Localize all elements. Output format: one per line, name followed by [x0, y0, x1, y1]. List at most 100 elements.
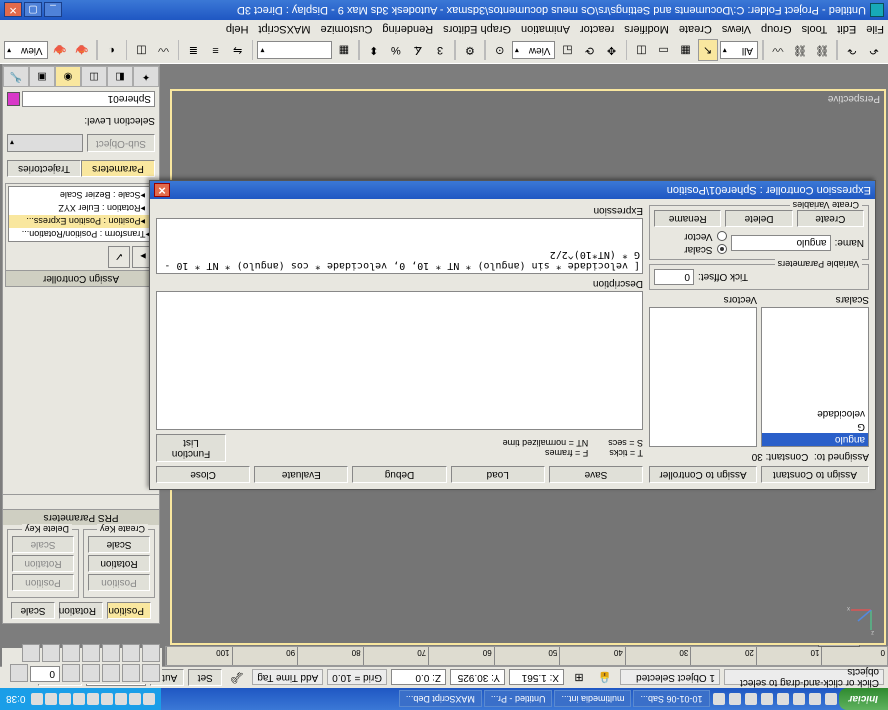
ck-rotation[interactable]: Rotation [88, 555, 150, 572]
object-name-field[interactable] [22, 91, 155, 107]
tree-item[interactable]: ▸ Transform : Position/Rotation... [9, 228, 153, 241]
menu-tools[interactable]: Tools [802, 23, 828, 35]
scalars-listbox[interactable]: angulo G velocidade [761, 307, 869, 447]
fov-icon[interactable] [42, 644, 60, 662]
unlink-icon[interactable]: ⛓ [790, 40, 810, 62]
tree-item[interactable]: ▸ Scale : Bezier Scale [9, 189, 153, 202]
coord-mode-icon[interactable]: ⊞ [568, 667, 590, 689]
menu-graph-editors[interactable]: Graph Editors [443, 23, 511, 35]
assign-controller-button[interactable]: Assign to Controller [649, 466, 757, 483]
material-editor-icon[interactable]: ◐ [102, 40, 122, 62]
selection-filter-combo[interactable]: All [720, 42, 758, 60]
task-item[interactable]: 10-01-06 Sab... [633, 691, 709, 708]
autokey-toggle[interactable]: 🗝 [226, 667, 248, 689]
dk-position[interactable]: Position [12, 574, 74, 591]
tray-icon[interactable] [129, 693, 141, 705]
named-sel-icon[interactable]: ▦ [334, 40, 354, 62]
function-list-button[interactable]: Function List [156, 434, 226, 462]
tray-icon[interactable] [143, 693, 155, 705]
dk-rotation[interactable]: Rotation [12, 555, 74, 572]
assign-constant-button[interactable]: Assign to Constant [761, 466, 869, 483]
tray-icon[interactable] [73, 693, 85, 705]
layer-icon[interactable]: ≣ [183, 40, 203, 62]
make-default-icon[interactable]: ✓ [108, 246, 130, 268]
curve-editor-icon[interactable]: 〰 [153, 40, 173, 62]
dk-scale[interactable]: Scale [12, 536, 74, 553]
menu-group[interactable]: Group [761, 23, 792, 35]
zoom-icon[interactable] [122, 644, 140, 662]
debug-button[interactable]: Debug [352, 466, 446, 483]
scalar-radio[interactable]: Scalar [684, 244, 726, 255]
quick-render-icon[interactable]: 🫖 [50, 40, 70, 62]
select-manipulate-icon[interactable]: ⚙ [460, 40, 480, 62]
pan-icon[interactable] [102, 644, 120, 662]
add-time-tag[interactable]: Add Time Tag [252, 670, 323, 686]
menu-reactor[interactable]: reactor [580, 23, 614, 35]
scale-icon[interactable]: ◱ [557, 40, 577, 62]
quicklaunch-icon[interactable] [793, 693, 805, 705]
next-frame-icon[interactable] [82, 664, 100, 682]
move-icon[interactable]: ✥ [602, 40, 622, 62]
task-item[interactable]: MAXScript Deb... [399, 691, 482, 708]
menu-edit[interactable]: Edit [837, 23, 856, 35]
region-zoom-icon[interactable] [22, 644, 40, 662]
lock-icon[interactable]: 🔒 [594, 667, 616, 689]
parameters-tab[interactable]: Parameters [81, 160, 155, 177]
tray-icon[interactable] [31, 693, 43, 705]
bind-space-warp-icon[interactable]: 〰 [768, 40, 788, 62]
app-titlebar[interactable]: Untitled - Project Folder: C:\Documents … [0, 0, 888, 20]
modify-tab-icon[interactable]: ◧ [107, 66, 133, 87]
menu-help[interactable]: Help [226, 23, 249, 35]
minimize-icon[interactable]: _ [44, 3, 62, 18]
expression-textarea[interactable]: [ velocidade * sin (angulo) * NT * 10, 0… [156, 218, 643, 274]
menu-create[interactable]: Create [679, 23, 712, 35]
dialog-close-icon[interactable]: ✕ [154, 183, 170, 197]
display-tab-icon[interactable]: ▣ [29, 66, 55, 87]
arc-rotate-icon[interactable] [82, 644, 100, 662]
rotate-icon[interactable]: ⟳ [579, 40, 599, 62]
quicklaunch-icon[interactable] [825, 693, 837, 705]
maximize-viewport-icon[interactable] [62, 644, 80, 662]
vectors-listbox[interactable] [649, 307, 757, 447]
create-tab-icon[interactable]: ✦ [133, 66, 159, 87]
angle-snap-icon[interactable]: ∡ [408, 40, 428, 62]
controller-tree[interactable]: ▸ Transform : Position/Rotation... ▸ Pos… [8, 186, 154, 242]
maximize-icon[interactable]: ▢ [24, 3, 42, 18]
motion-tab-icon[interactable]: ◉ [55, 66, 81, 87]
menu-views[interactable]: Views [722, 23, 751, 35]
z-coord[interactable] [391, 670, 446, 686]
play-icon[interactable] [102, 664, 120, 682]
undo-icon[interactable]: ↶ [864, 40, 884, 62]
goto-end-icon[interactable] [62, 664, 80, 682]
rotation-btn[interactable]: Rotation [59, 602, 103, 619]
y-coord[interactable] [450, 670, 505, 686]
close-icon[interactable]: ✕ [4, 3, 22, 18]
frame-input[interactable] [30, 666, 60, 682]
create-var-button[interactable]: Create [797, 210, 864, 227]
menu-customize[interactable]: Customize [320, 23, 372, 35]
scale-btn[interactable]: Scale [11, 602, 55, 619]
list-item[interactable]: angulo [762, 433, 868, 446]
mirror-icon[interactable]: ⇋ [228, 40, 248, 62]
tick-offset-input[interactable] [654, 269, 694, 285]
goto-start-icon[interactable] [142, 664, 160, 682]
trajectories-tab[interactable]: Trajectories [7, 160, 81, 177]
hierarchy-tab-icon[interactable]: ◫ [81, 66, 107, 87]
quicklaunch-icon[interactable] [761, 693, 773, 705]
delete-var-button[interactable]: Delete [725, 210, 792, 227]
tray-icon[interactable] [115, 693, 127, 705]
object-color-swatch[interactable] [7, 92, 20, 106]
list-item[interactable]: G [762, 420, 868, 433]
menu-animation[interactable]: Animation [521, 23, 570, 35]
select-icon[interactable]: ↖ [698, 40, 718, 62]
close-button[interactable]: Close [156, 466, 250, 483]
start-button[interactable]: Iniciar [839, 688, 888, 710]
task-item[interactable]: Untitled - Pr... [484, 691, 553, 708]
quicklaunch-icon[interactable] [809, 693, 821, 705]
time-ruler[interactable]: 0 10 20 30 40 50 60 70 80 90 100 [165, 646, 888, 666]
select-by-name-icon[interactable]: ▦ [676, 40, 696, 62]
schematic-view-icon[interactable]: ◫ [131, 40, 151, 62]
pivot-icon[interactable]: ⊙ [490, 40, 510, 62]
vector-radio[interactable]: Vector [684, 231, 726, 242]
rename-var-button[interactable]: Rename [654, 210, 721, 227]
